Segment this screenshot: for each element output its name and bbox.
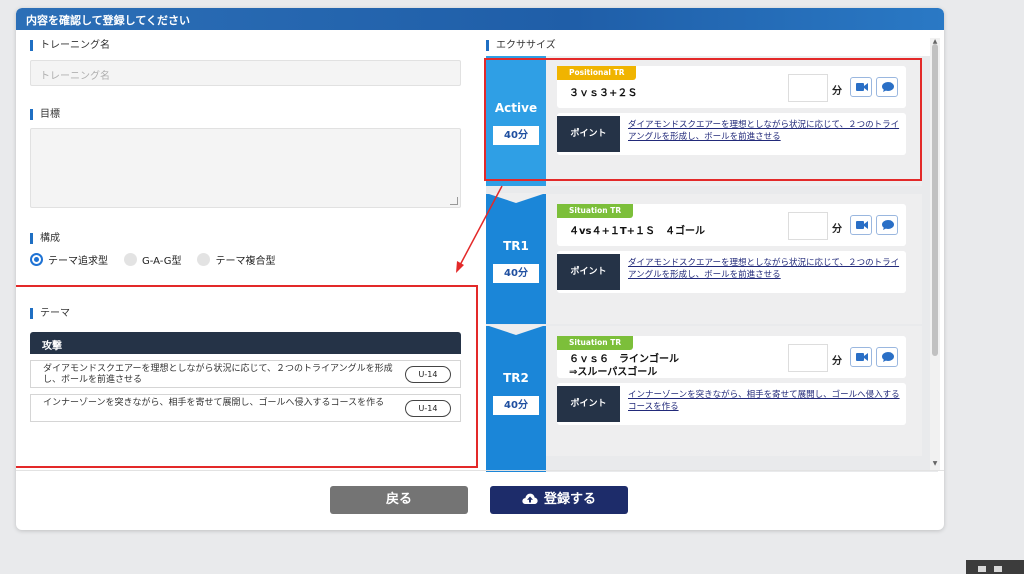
exercise-card: TR1 40分 Situation TR ４vs４+１T+１Ｓ ４ゴール 分 ポ… xyxy=(486,193,922,324)
highlight-box xyxy=(16,285,478,468)
scrollbar-thumb[interactable] xyxy=(932,44,938,356)
minutes-unit: 分 xyxy=(832,224,842,235)
radio-gag[interactable]: G-A-G型 xyxy=(124,252,181,267)
register-button[interactable]: 登録する xyxy=(490,486,628,514)
point-link[interactable]: ダイアモンドスクエアーを理想としながら状況に応じて、２つのトライアングルを形成し… xyxy=(628,257,900,281)
radio-icon[interactable] xyxy=(124,253,137,266)
structure-radio-group: テーマ追求型 G-A-G型 テーマ複合型 xyxy=(30,252,291,267)
comment-button[interactable] xyxy=(876,215,898,235)
structure-label: 構成 xyxy=(30,233,60,244)
exercise-card: TR2 40分 Situation TR ６ｖｓ６ ラインゴール ⇒スルーパスゴ… xyxy=(486,325,922,456)
scroll-up-icon[interactable]: ▲ xyxy=(930,38,940,45)
goal-label: 目標 xyxy=(30,109,60,120)
minutes-input[interactable] xyxy=(788,212,828,240)
back-button[interactable]: 戻る xyxy=(330,486,468,514)
exercise-info: Situation TR ４vs４+１T+１Ｓ ４ゴール 分 xyxy=(557,204,906,246)
highlight-box xyxy=(484,58,922,181)
confirm-modal: 内容を確認して登録してください トレーニング名 トレーニング名 目標 構成 テー… xyxy=(16,8,944,530)
point-row: ポイント ダイアモンドスクエアーを理想としながら状況に応じて、２つのトライアング… xyxy=(557,251,906,293)
exercise-type-tag: Situation TR xyxy=(557,336,634,350)
stage-name: TR2 xyxy=(503,371,529,385)
training-name-input[interactable]: トレーニング名 xyxy=(30,60,461,86)
goal-textarea[interactable] xyxy=(30,128,461,208)
video-button[interactable] xyxy=(850,215,872,235)
radio-theme-composite[interactable]: テーマ複合型 xyxy=(197,252,275,267)
exercise-info: Situation TR ６ｖｓ６ ラインゴール ⇒スルーパスゴール 分 xyxy=(557,336,906,378)
radio-theme-pursuit[interactable]: テーマ追求型 xyxy=(30,252,108,267)
point-button[interactable]: ポイント xyxy=(557,386,620,422)
comment-button[interactable] xyxy=(876,347,898,367)
video-button[interactable] xyxy=(850,347,872,367)
comment-icon xyxy=(882,352,894,362)
corner-icon xyxy=(978,566,986,572)
modal-title: 内容を確認して登録してください xyxy=(26,14,191,27)
arrow-icon xyxy=(456,185,503,273)
radio-label: テーマ追求型 xyxy=(48,256,108,267)
exercise-name: ６ｖｓ６ ラインゴール ⇒スルーパスゴール xyxy=(569,354,679,378)
stage-column: TR2 40分 xyxy=(486,325,546,456)
footer-divider xyxy=(16,470,944,471)
radio-label: テーマ複合型 xyxy=(215,256,276,267)
exercise-type-tag: Situation TR xyxy=(557,204,634,218)
modal-header: 内容を確認して登録してください xyxy=(16,8,944,30)
corner-icon xyxy=(994,566,1002,572)
stage-notch xyxy=(486,325,546,335)
comment-icon xyxy=(882,220,894,230)
point-button[interactable]: ポイント xyxy=(557,254,620,290)
radio-label: G-A-G型 xyxy=(142,256,182,267)
cloud-upload-icon xyxy=(522,493,538,504)
point-row: ポイント インナーゾーンを突きながら、相手を寄せて展開し、ゴールへ侵入するコース… xyxy=(557,383,906,425)
stage-time: 40分 xyxy=(493,396,539,415)
video-icon xyxy=(856,353,868,361)
register-label: 登録する xyxy=(543,492,596,507)
minutes-unit: 分 xyxy=(832,356,842,367)
minutes-input[interactable] xyxy=(788,344,828,372)
radio-icon[interactable] xyxy=(197,253,211,266)
scroll-down-icon[interactable]: ▼ xyxy=(930,460,940,467)
corner-widget xyxy=(966,560,1024,574)
training-name-label: トレーニング名 xyxy=(30,40,110,51)
point-link[interactable]: インナーゾーンを突きながら、相手を寄せて展開し、ゴールへ侵入するコースを作る xyxy=(628,389,900,413)
exercise-name: ４vs４+１T+１Ｓ ４ゴール xyxy=(569,226,706,237)
video-icon xyxy=(856,221,868,229)
radio-selected-icon[interactable] xyxy=(30,253,43,266)
exercise-label: エクササイズ xyxy=(486,40,556,51)
